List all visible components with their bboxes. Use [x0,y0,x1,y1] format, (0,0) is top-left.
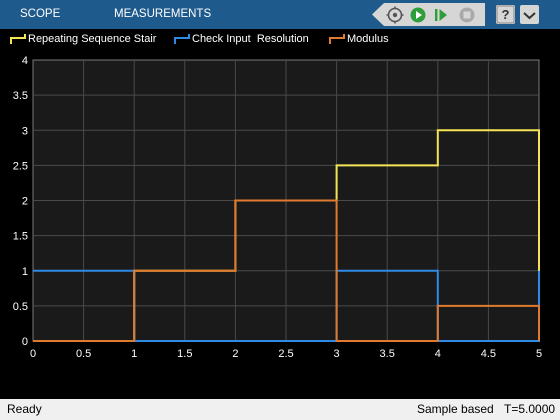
x-tick-label: 2 [232,348,238,360]
x-tick-label: 3 [334,348,340,360]
x-tick-label: 1 [131,348,137,360]
y-tick-label: 0.5 [13,301,28,313]
y-tick-label: 3 [22,125,28,137]
status-mode: Sample based [417,402,494,416]
x-tick-label: 0 [30,348,36,360]
step-back-icon[interactable] [386,6,404,24]
status-state: Ready [7,402,42,416]
legend-label: Repeating Sequence Stair [28,33,157,45]
quick-access-bar [372,3,485,26]
y-tick-label: 2 [22,196,28,208]
step-forward-icon[interactable] [432,6,450,24]
x-tick-label: 2.5 [278,348,293,360]
stop-icon[interactable] [458,6,476,24]
y-tick-label: 2.5 [13,160,28,172]
x-tick-label: 1.5 [177,348,192,360]
legend-swatch [10,34,26,44]
legend: Repeating Sequence Stair Check Input Res… [0,29,560,49]
legend-label: Modulus [347,33,389,45]
y-tick-label: 1.5 [13,231,28,243]
x-tick-label: 4 [435,348,441,360]
expand-icon[interactable] [520,5,539,24]
x-tick-label: 4.5 [481,348,496,360]
svg-text:?: ? [502,7,510,22]
legend-swatch [174,34,190,44]
status-bar: Ready Sample based T=5.0000 [0,399,560,420]
y-tick-label: 4 [22,55,28,67]
y-tick-label: 3.5 [13,90,28,102]
legend-swatch [329,34,345,44]
x-tick-label: 0.5 [76,348,91,360]
legend-label: Check Input Resolution [192,33,309,45]
help-icon[interactable]: ? [496,5,515,24]
y-tick-label: 0 [22,336,28,348]
tab-measurements[interactable]: MEASUREMENTS [114,0,211,29]
x-tick-label: 5 [536,348,542,360]
y-tick-label: 1 [22,266,28,278]
x-tick-label: 3.5 [380,348,395,360]
status-time: T=5.0000 [504,402,556,416]
scope-plot[interactable]: 0 0.5 1 1.5 2 2.5 3 3.5 4 4.5 5 0 0.5 1 1.5 2 2.5 3 3.5 4 [0,49,560,399]
scope-toolstrip: SCOPE MEASUREMENTS ? [0,0,560,29]
tab-scope[interactable]: SCOPE [20,0,60,29]
run-icon[interactable] [409,6,427,24]
